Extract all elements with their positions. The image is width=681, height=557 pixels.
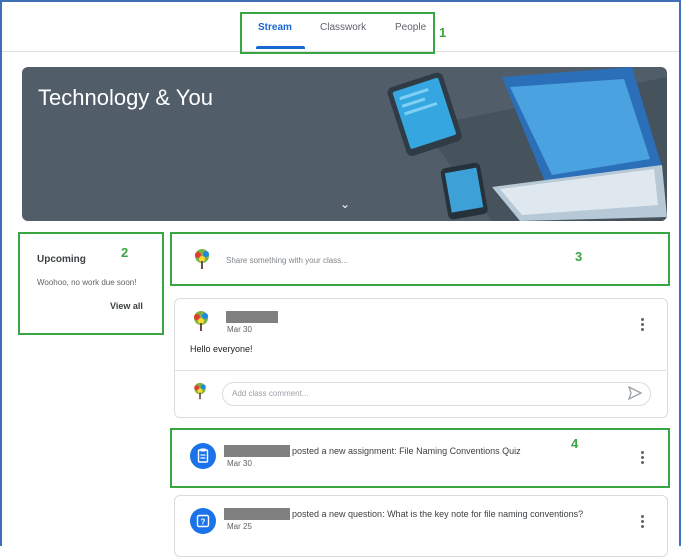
question-text[interactable]: posted a new question: What is the key n…: [292, 509, 583, 519]
callout-number-3: 3: [575, 249, 583, 264]
post-date: Mar 25: [227, 522, 252, 531]
divider: [175, 370, 666, 371]
send-icon[interactable]: [628, 386, 642, 400]
more-options-icon[interactable]: [641, 451, 644, 466]
avatar: [194, 382, 206, 400]
view-all-link[interactable]: View all: [110, 301, 143, 311]
callout-number-1: 1: [439, 25, 447, 40]
post-text: Hello everyone!: [190, 344, 253, 354]
question-icon: ?: [190, 508, 216, 534]
comment-placeholder: Add class comment...: [232, 389, 309, 398]
callout-box-1: [240, 12, 435, 54]
callout-number-4: 4: [571, 436, 579, 451]
avatar: [195, 249, 209, 269]
avatar: [194, 311, 208, 331]
redacted-name: [226, 311, 278, 323]
post-date: Mar 30: [227, 459, 252, 468]
callout-box-4: [170, 428, 670, 488]
post-date: Mar 30: [227, 325, 252, 334]
chevron-down-icon[interactable]: ⌄: [340, 197, 350, 211]
more-options-icon[interactable]: [641, 515, 644, 530]
class-banner: Technology & You ⌄: [22, 67, 667, 221]
assignment-icon: [190, 443, 216, 469]
callout-number-2: 2: [121, 245, 129, 260]
more-options-icon[interactable]: [641, 318, 644, 333]
assignment-text[interactable]: posted a new assignment: File Naming Con…: [292, 446, 521, 456]
redacted-name: [224, 445, 290, 457]
share-placeholder[interactable]: Share something with your class...: [226, 256, 348, 265]
redacted-name: [224, 508, 290, 520]
upcoming-text: Woohoo, no work due soon!: [37, 278, 137, 287]
svg-text:?: ?: [201, 518, 206, 527]
upcoming-title: Upcoming: [37, 254, 86, 265]
